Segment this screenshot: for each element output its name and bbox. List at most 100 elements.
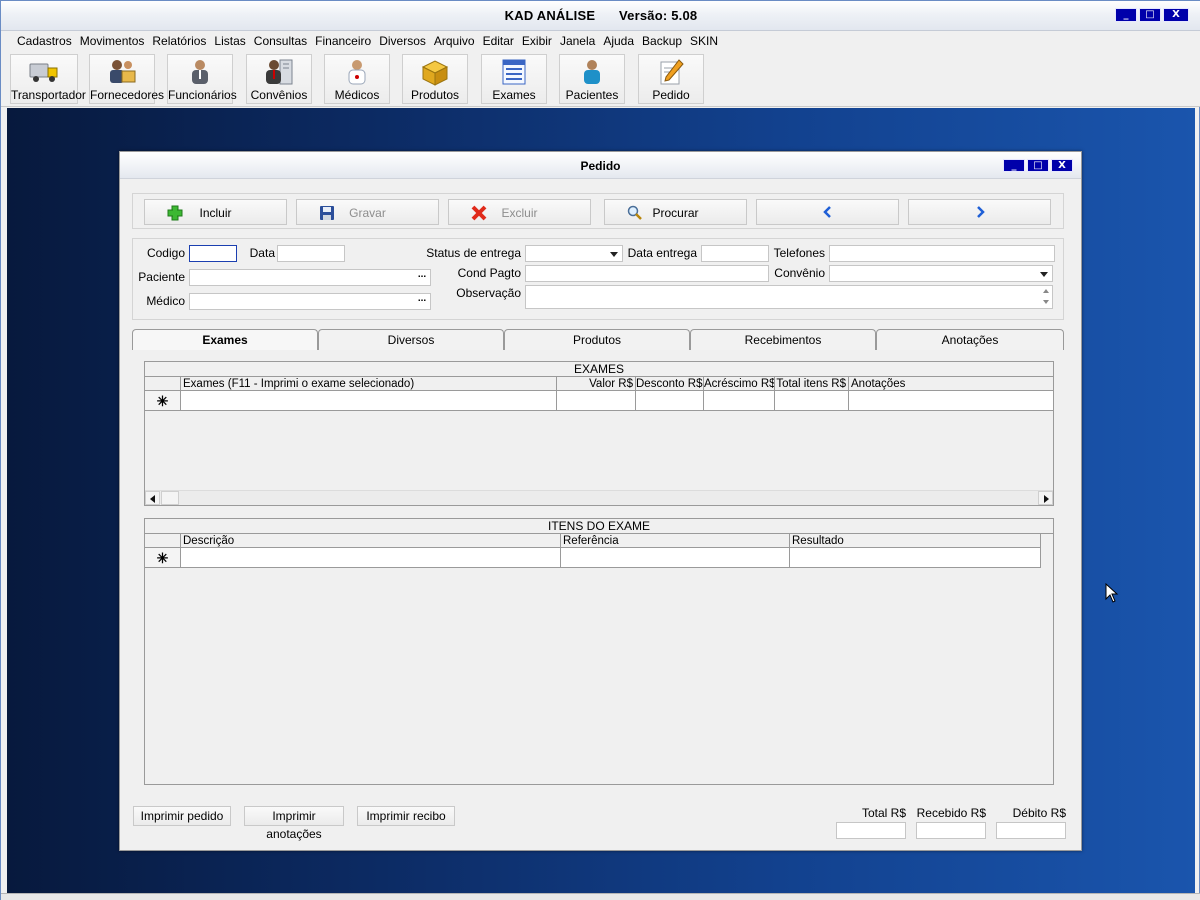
arrow-left-icon (150, 495, 155, 503)
imprimir-anotacoes-button[interactable]: Imprimir anotações (244, 806, 344, 841)
toolbar-pacientes-button[interactable]: Pacientes (559, 54, 625, 104)
recebido-input[interactable] (916, 822, 986, 839)
cond-pagto-input[interactable] (525, 265, 769, 282)
app-name: KAD ANÁLISE (504, 8, 596, 23)
imprimir-recibo-button[interactable]: Imprimir recibo (357, 806, 455, 826)
exames-grid: EXAMES Exames (F11 - Imprimi o exame sel… (144, 361, 1054, 506)
column-header-acrescimo[interactable]: Acréscimo R$ (704, 377, 775, 391)
new-row-indicator[interactable]: ✳ (145, 391, 181, 411)
next-record-button[interactable] (908, 199, 1051, 225)
close-button[interactable]: X (1163, 8, 1189, 22)
itens-grid-title: ITENS DO EXAME (145, 519, 1053, 534)
incluir-button[interactable]: Incluir (144, 199, 287, 225)
status-entrega-select[interactable] (525, 245, 623, 262)
menu-exibir[interactable]: Exibir (518, 31, 556, 51)
codigo-label: Codigo (146, 246, 185, 260)
maximize-button[interactable]: □ (1139, 8, 1161, 22)
data-input[interactable] (277, 245, 345, 262)
itens-exame-grid: ITENS DO EXAME Descrição Referência Resu… (144, 518, 1054, 785)
toolbar-transportador-button[interactable]: Transportador (10, 54, 86, 104)
toolbar-fornecedores-button[interactable]: Fornecedores (89, 54, 164, 104)
tab-produtos[interactable]: Produtos (504, 329, 690, 350)
action-bar: Incluir Gravar Excluir Procurar (132, 193, 1064, 229)
convenio-label: Convênio (774, 266, 825, 280)
toolbar-convenios-button[interactable]: Convênios (246, 54, 312, 104)
tab-anotacoes[interactable]: Anotações (876, 329, 1064, 350)
menu-movimentos[interactable]: Movimentos (76, 31, 149, 51)
medico-input[interactable]: ... (189, 293, 431, 310)
telefones-input[interactable] (829, 245, 1055, 262)
tab-diversos[interactable]: Diversos (318, 329, 504, 350)
gravar-button[interactable]: Gravar (296, 199, 439, 225)
procurar-button[interactable]: Procurar (604, 199, 747, 225)
medico-lookup-button[interactable]: ... (414, 294, 430, 309)
referencia-cell[interactable] (561, 548, 790, 568)
paciente-input[interactable]: ... (189, 269, 431, 286)
column-header-valor[interactable]: Valor R$ (557, 377, 636, 391)
anotacoes-cell[interactable] (849, 391, 1053, 411)
tab-recebimentos[interactable]: Recebimentos (690, 329, 876, 350)
acrescimo-cell[interactable] (704, 391, 775, 411)
imprimir-pedido-button[interactable]: Imprimir pedido (133, 806, 231, 826)
column-header-total-itens[interactable]: Total itens R$ (775, 377, 849, 391)
descricao-cell[interactable] (181, 548, 561, 568)
column-header-referencia[interactable]: Referência (561, 534, 790, 548)
box-icon (419, 58, 451, 86)
menu-janela[interactable]: Janela (556, 31, 599, 51)
observacao-textarea[interactable] (525, 285, 1053, 309)
excluir-button[interactable]: Excluir (448, 199, 591, 225)
tab-exames[interactable]: Exames (132, 329, 318, 350)
row-indicator-header (145, 534, 181, 548)
incluir-label: Incluir (199, 206, 232, 220)
debito-input[interactable] (996, 822, 1066, 839)
scroll-right-button[interactable] (1038, 491, 1053, 505)
app-titlebar[interactable]: KAD ANÁLISE Versão: 5.08 _ □ X (1, 1, 1200, 31)
minimize-button[interactable]: _ (1003, 159, 1025, 172)
menu-editar[interactable]: Editar (479, 31, 518, 51)
menu-listas[interactable]: Listas (210, 31, 249, 51)
observacao-label: Observação (456, 286, 521, 300)
valor-cell[interactable] (557, 391, 636, 411)
previous-record-button[interactable] (756, 199, 899, 225)
chevron-left-icon (821, 205, 835, 222)
exames-cell[interactable] (181, 391, 557, 411)
toolbar-medicos-button[interactable]: Médicos (324, 54, 390, 104)
menu-diversos[interactable]: Diversos (375, 31, 430, 51)
close-button[interactable]: X (1051, 159, 1073, 172)
maximize-button[interactable]: □ (1027, 159, 1049, 172)
total-itens-cell[interactable] (775, 391, 849, 411)
toolbar-exames-button[interactable]: Exames (481, 54, 547, 104)
menu-consultas[interactable]: Consultas (250, 31, 311, 51)
cond-pagto-label: Cond Pagto (457, 266, 521, 280)
desconto-cell[interactable] (636, 391, 704, 411)
pedido-titlebar[interactable]: Pedido _ □ X (120, 152, 1081, 179)
menu-backup[interactable]: Backup (638, 31, 686, 51)
app-window-controls: _ □ X (1115, 8, 1189, 22)
toolbar-pedido-button[interactable]: Pedido (638, 54, 704, 104)
column-header-descricao[interactable]: Descrição (181, 534, 561, 548)
menu-relatorios[interactable]: Relatórios (148, 31, 210, 51)
column-header-resultado[interactable]: Resultado (790, 534, 1041, 548)
agreement-icon (263, 58, 295, 86)
new-row-indicator[interactable]: ✳ (145, 548, 181, 568)
column-header-anotacoes[interactable]: Anotações (849, 377, 1053, 391)
total-input[interactable] (836, 822, 906, 839)
data-entrega-input[interactable] (701, 245, 769, 262)
toolbar-produtos-button[interactable]: Produtos (402, 54, 468, 104)
toolbar-funcionarios-button[interactable]: Funcionários (167, 54, 237, 104)
convenio-select[interactable] (829, 265, 1053, 282)
menu-ajuda[interactable]: Ajuda (599, 31, 638, 51)
scroll-thumb[interactable] (161, 491, 179, 505)
menu-cadastros[interactable]: Cadastros (13, 31, 76, 51)
resultado-cell[interactable] (790, 548, 1041, 568)
menu-skin[interactable]: SKIN (686, 31, 722, 51)
menu-arquivo[interactable]: Arquivo (430, 31, 479, 51)
horizontal-scrollbar[interactable] (145, 490, 1053, 505)
menu-financeiro[interactable]: Financeiro (311, 31, 375, 51)
column-header-desconto[interactable]: Desconto R$ (636, 377, 704, 391)
codigo-input[interactable] (189, 245, 237, 262)
scroll-left-button[interactable] (145, 491, 160, 505)
paciente-lookup-button[interactable]: ... (414, 270, 430, 285)
minimize-button[interactable]: _ (1115, 8, 1137, 22)
column-header-exames[interactable]: Exames (F11 - Imprimi o exame selecionad… (181, 377, 557, 391)
